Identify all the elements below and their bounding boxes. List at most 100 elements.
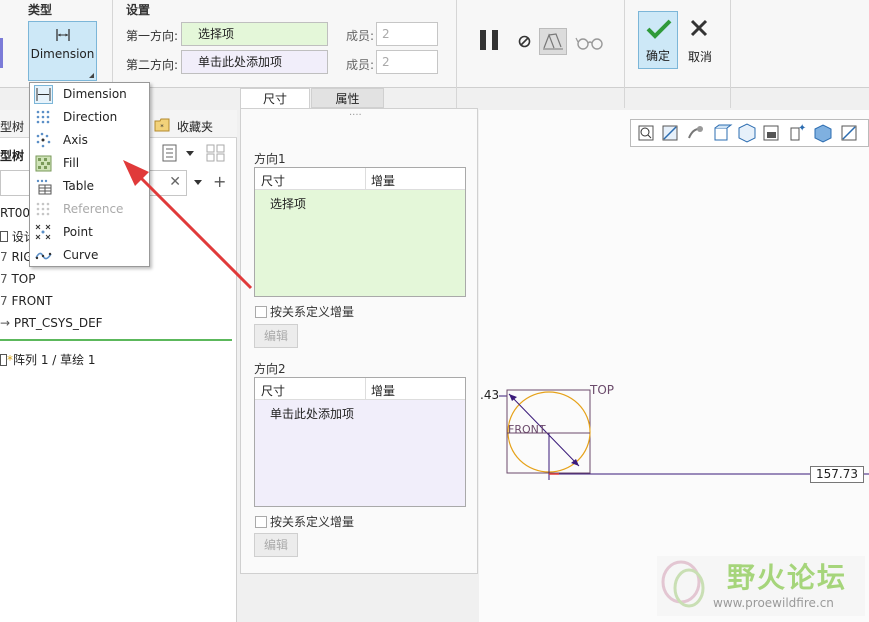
settings-group-label: 设置 — [126, 3, 151, 17]
menu-item-curve[interactable]: Curve — [30, 244, 149, 267]
second-direction-label: 第二方向: — [126, 58, 179, 72]
sketch-canvas[interactable] — [479, 370, 869, 510]
tree-item-csys[interactable]: → PRT_CSYS_DEF — [0, 316, 103, 330]
table-header: 尺寸 增量 — [255, 168, 465, 190]
tab-size[interactable]: 尺寸 — [240, 88, 310, 108]
pause-icon[interactable] — [478, 29, 502, 51]
ribbon-divider — [730, 0, 731, 108]
tree-filter-icon[interactable] — [162, 144, 178, 162]
menu-item-label: Dimension — [63, 87, 127, 101]
saved-views-icon[interactable] — [738, 123, 756, 143]
view-toolbar: ✦ — [630, 119, 869, 147]
ok-button[interactable]: 确定 — [638, 11, 678, 69]
top-plane-label: TOP — [590, 383, 615, 397]
checkbox[interactable] — [255, 516, 267, 528]
watermark-title: 野火论坛 — [727, 561, 848, 594]
second-direction-collector[interactable]: 单击此处添加项 — [181, 50, 328, 74]
direction1-table[interactable]: 尺寸 增量 选择项 — [254, 167, 466, 297]
ribbon-divider — [456, 0, 457, 108]
edit-button-1[interactable]: 编辑 — [254, 324, 298, 348]
tree-item-part[interactable]: RT00 — [0, 206, 30, 220]
dimension-arrow — [509, 394, 517, 401]
menu-item-label: Fill — [63, 156, 80, 170]
tree-item-front[interactable]: 7 FRONT — [0, 294, 52, 308]
tree-item-pattern[interactable]: *阵列 1 / 草绘 1 — [0, 351, 96, 368]
tree-columns-icon[interactable] — [206, 144, 226, 162]
panel-grip[interactable]: ···· — [349, 110, 362, 121]
tree-item-right[interactable]: 7 RIG — [0, 250, 33, 264]
checkmark-icon — [646, 19, 672, 39]
add-icon[interactable]: + — [213, 172, 226, 191]
forum-watermark: 野火论坛 www.proewildfire.cn — [657, 556, 865, 616]
dimension-value-left[interactable]: .43 — [480, 388, 500, 402]
verify-model-button[interactable] — [539, 28, 567, 55]
col-increment: 增量 — [371, 384, 396, 398]
menu-item-label: Table — [63, 179, 95, 193]
menu-item-table[interactable]: Table — [30, 175, 149, 198]
dimension-panel: ···· 方向1 尺寸 增量 选择项 按关系定义增量 编辑 方向2 尺寸 增量 … — [240, 108, 478, 574]
members-label-1: 成员: — [346, 29, 375, 43]
collapsed-ribbon-edge — [0, 38, 3, 68]
tree-item-top[interactable]: 7 TOP — [0, 272, 35, 286]
menu-item-point[interactable]: Point — [30, 221, 149, 244]
tab-model-tree[interactable]: 型树 — [0, 118, 24, 135]
chevron-down-icon[interactable] — [194, 180, 202, 185]
first-direction-collector[interactable]: 选择项 — [181, 22, 328, 46]
zoom-area-icon[interactable] — [662, 125, 678, 141]
repaint-icon[interactable] — [688, 126, 703, 139]
type-group-label: 类型 — [28, 3, 53, 17]
glasses-icon[interactable] — [575, 36, 605, 50]
table-icon — [36, 179, 52, 195]
orient-icon[interactable] — [714, 124, 733, 141]
tab-favorites[interactable]: 收藏夹 — [177, 118, 213, 135]
direction1-cell[interactable]: 选择项 — [270, 195, 306, 212]
cancel-button[interactable]: 取消 — [680, 11, 720, 69]
menu-item-axis[interactable]: Axis — [30, 129, 149, 152]
insert-indicator — [0, 339, 232, 341]
members-input-1[interactable]: 2 — [376, 22, 438, 46]
dimension-value-right[interactable]: 157.73 — [810, 466, 864, 483]
cancel-label: 取消 — [687, 50, 712, 64]
fill-icon — [35, 155, 52, 172]
graphics-area[interactable] — [479, 110, 869, 622]
svg-text:✦: ✦ — [798, 123, 806, 134]
menu-item-label: Point — [63, 225, 93, 239]
svg-text:*: * — [160, 123, 164, 131]
edit-button-2[interactable]: 编辑 — [254, 533, 298, 557]
datum-display-icon[interactable] — [841, 125, 857, 141]
watermark-url: www.proewildfire.cn — [713, 596, 834, 610]
favorites-folder-icon: * — [154, 118, 170, 132]
ribbon-divider — [624, 0, 625, 108]
menu-item-dimension[interactable]: Dimension — [30, 83, 149, 106]
no-preview-icon[interactable] — [518, 35, 531, 48]
tab-properties[interactable]: 属性 — [311, 88, 384, 108]
direction2-cell[interactable]: 单击此处添加项 — [270, 405, 354, 422]
members-input-2[interactable]: 2 — [376, 50, 438, 74]
camera-icon[interactable] — [763, 125, 779, 141]
axis-icon — [36, 132, 51, 148]
reference-icon — [36, 202, 50, 216]
menu-item-direction[interactable]: Direction — [30, 106, 149, 129]
col-size: 尺寸 — [261, 174, 286, 188]
dimension-icon — [34, 85, 53, 104]
dropdown-corner-icon — [89, 73, 94, 78]
layer-icon — [0, 231, 8, 242]
watermark-logo — [661, 560, 705, 608]
col-increment: 增量 — [371, 174, 396, 188]
ribbon: 类型 设置 Dimension 第一方向: 选择项 成员: 2 第二方向: 单击… — [0, 0, 869, 108]
menu-item-fill[interactable]: Fill — [30, 152, 149, 175]
menu-item-label: Direction — [63, 110, 118, 124]
model-tree-header: 型树 — [0, 149, 25, 163]
dimension-icon — [56, 29, 70, 41]
menu-item-label: Axis — [63, 133, 88, 147]
checkbox[interactable] — [255, 306, 267, 318]
zoom-icon[interactable] — [638, 125, 654, 141]
spin-center-icon[interactable]: ✦ — [790, 123, 806, 141]
type-dimension-button[interactable]: Dimension — [28, 21, 97, 81]
direction2-table[interactable]: 尺寸 增量 单击此处添加项 — [254, 377, 466, 507]
display-style-icon[interactable] — [814, 124, 832, 143]
chevron-down-icon[interactable] — [186, 151, 194, 156]
relation-checkbox-1[interactable]: 按关系定义增量 — [255, 303, 354, 320]
clear-icon[interactable]: ✕ — [169, 174, 181, 190]
relation-checkbox-2[interactable]: 按关系定义增量 — [255, 513, 354, 530]
